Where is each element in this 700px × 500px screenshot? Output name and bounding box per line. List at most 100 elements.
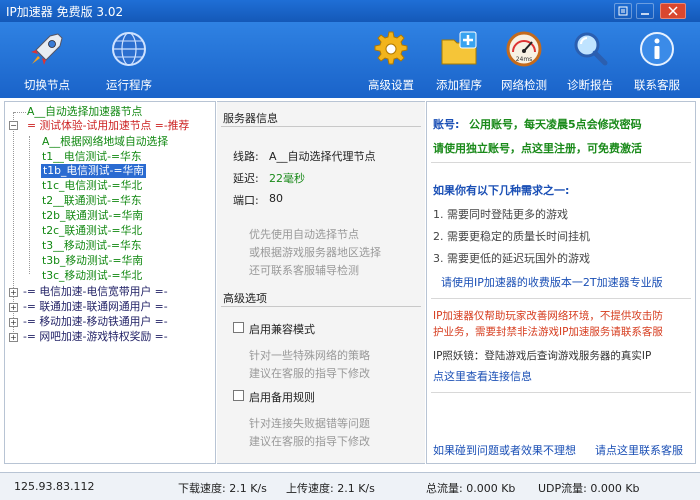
problem-text: 如果碰到问题或者效果不理想 [433, 444, 576, 457]
contact-service-label: 联系客服 [634, 78, 680, 92]
tree-item-node[interactable]: t3c_移动测试-=华北 [42, 269, 142, 283]
warning-text: IP加速器仅帮助玩家改善网络环境，不提供攻击防 [433, 310, 663, 322]
backup-rules-checkbox[interactable] [233, 390, 244, 401]
contact-service-button[interactable]: 联系客服 [622, 26, 692, 96]
diag-report-label: 诊断报告 [567, 78, 613, 92]
port-value: 80 [269, 192, 283, 205]
rocket-icon [31, 33, 63, 65]
expand-icon[interactable]: + [9, 318, 18, 327]
tree-item-node[interactable]: t1__电信测试-=华东 [42, 150, 142, 164]
hint-text: 还可联系客服辅导检测 [249, 264, 359, 277]
tree-item-auto[interactable]: A__自动选择加速器节点 [27, 105, 142, 119]
latency-value: 22毫秒 [269, 172, 305, 185]
line-value: A__自动选择代理节点 [269, 150, 376, 163]
add-folder-icon [441, 31, 477, 65]
tree-item-node[interactable]: t1c_电信测试-=华北 [42, 179, 142, 193]
diag-report-button[interactable]: 诊断报告 [555, 26, 625, 96]
needs-title: 如果你有以下几种需求之一: [433, 184, 570, 197]
ip-mirror-tip: IP照妖镜：登陆游戏后查询游戏服务器的真实IP [433, 350, 652, 362]
gauge-readout: 24ms [516, 56, 533, 63]
magnifier-icon [574, 32, 608, 66]
minimize-button[interactable] [636, 3, 654, 19]
info-icon [640, 32, 674, 66]
collapse-icon[interactable]: − [9, 121, 18, 130]
download-speed: 下载速度: 2.1 K/s [178, 482, 267, 495]
hint-text: 或根据游戏服务器地区选择 [249, 246, 381, 259]
backup-hint: 建议在客服的指导下修改 [249, 435, 370, 448]
divider [431, 162, 691, 163]
tree-item-trial-group[interactable]: = 测试体验-试用加速节点 =-推荐 [27, 119, 189, 133]
advanced-settings-label: 高级设置 [368, 78, 414, 92]
compat-mode-label[interactable]: 启用兼容模式 [249, 321, 315, 337]
tree-item-group-telecom[interactable]: -= 电信加速-电信宽带用户 =- [23, 285, 168, 299]
account-label: 账号: [433, 118, 460, 131]
tree-item-node[interactable]: t3b_移动测试-=华南 [42, 254, 143, 268]
tree-item-node[interactable]: A__根据网络地域自动选择 [42, 135, 168, 149]
contact-service-link[interactable]: 请点这里联系客服 [595, 442, 683, 458]
backup-rules-label[interactable]: 启用备用规则 [249, 389, 315, 405]
switch-node-button[interactable]: 切换节点 [12, 26, 82, 96]
tree-item-node[interactable]: t2c_联通测试-=华北 [42, 224, 142, 238]
tree-item-group-mobile[interactable]: -= 移动加速-移动铁通用户 =- [23, 315, 168, 329]
server-panel: 服务器信息 线路: A__自动选择代理节点 延迟: 22毫秒 端口: 80 优先… [217, 101, 425, 464]
account-value: 公用账号，每天凌晨5点会修改密码 [469, 118, 642, 131]
total-traffic: 总流量: 0.000 Kb [426, 482, 516, 495]
ip-address: 125.93.83.112 [14, 480, 95, 493]
net-detect-button[interactable]: 24ms 网络检测 [489, 26, 559, 96]
add-program-label: 添加程序 [436, 78, 482, 92]
close-icon [668, 6, 678, 16]
expand-icon[interactable]: + [9, 288, 18, 297]
node-tree[interactable]: − A__自动选择加速器节点 = 测试体验-试用加速节点 =-推荐 A__根据网… [4, 101, 216, 464]
tree-item-node[interactable]: t2__联通测试-=华东 [42, 194, 142, 208]
tree-item-group-netbar[interactable]: -= 网吧加速-游戏特权奖励 =- [23, 330, 168, 344]
tree-item-node[interactable]: t2b_联通测试-=华南 [42, 209, 143, 223]
expand-icon[interactable]: + [9, 333, 18, 342]
register-link[interactable]: 请使用独立账号，点这里注册，可免费激活 [433, 140, 642, 156]
udp-traffic: UDP流量: 0.000 Kb [538, 482, 640, 495]
advanced-settings-button[interactable]: 高级设置 [356, 26, 426, 96]
status-bar: 125.93.83.112 下载速度: 2.1 K/s 上传速度: 2.1 K/… [0, 472, 700, 500]
pro-version-link[interactable]: 请使用IP加速器的收费版本一2T加速器专业版 [441, 274, 663, 290]
tree-item-node[interactable]: t3__移动测试-=华东 [42, 239, 142, 253]
run-program-label: 运行程序 [106, 78, 152, 92]
compat-hint: 针对一些特殊网络的策略 [249, 349, 370, 362]
window-title: IP加速器 免费版 3.02 [6, 5, 124, 19]
divider [431, 392, 691, 393]
server-section-title: 服务器信息 [223, 112, 278, 125]
latency-label: 延迟: [233, 172, 259, 185]
upload-speed: 上传速度: 2.1 K/s [286, 482, 375, 495]
skin-button[interactable] [614, 3, 632, 19]
net-detect-label: 网络检测 [501, 78, 547, 92]
need-item: 1. 需要同时登陆更多的游戏 [433, 208, 568, 221]
title-bar: IP加速器 免费版 3.02 [0, 0, 700, 22]
need-item: 3. 需要更低的延迟玩国外的游戏 [433, 252, 590, 265]
tree-line [29, 136, 30, 274]
need-item: 2. 需要更稳定的质量长时间挂机 [433, 230, 590, 243]
skin-icon [618, 6, 628, 16]
divider [431, 298, 691, 299]
toolbar: 切换节点 运行程序 高级设置 添加程序 24ms 网络检测 诊断报告 联系客服 [0, 22, 700, 98]
backup-hint: 针对连接失败据错等问题 [249, 417, 370, 430]
tree-item-group-unicom[interactable]: -= 联通加速-联通网通用户 =- [23, 300, 168, 314]
minimize-icon [641, 13, 649, 15]
divider [221, 126, 421, 127]
connection-info-link[interactable]: 点这里查看连接信息 [433, 368, 532, 384]
speedometer-icon: 24ms [506, 31, 542, 67]
tree-line [14, 112, 26, 113]
line-label: 线路: [233, 150, 259, 163]
expand-icon[interactable]: + [9, 303, 18, 312]
hint-text: 优先使用自动选择节点 [249, 228, 359, 241]
globe-icon [112, 32, 146, 66]
compat-mode-checkbox[interactable] [233, 322, 244, 333]
add-program-button[interactable]: 添加程序 [424, 26, 494, 96]
divider [221, 306, 421, 307]
switch-node-label: 切换节点 [24, 78, 70, 92]
compat-hint: 建议在客服的指导下修改 [249, 367, 370, 380]
advanced-section-title: 高级选项 [223, 292, 267, 305]
tree-item-node-selected[interactable]: t1b_电信测试-=华南 [41, 164, 147, 178]
run-program-button[interactable]: 运行程序 [94, 26, 164, 96]
close-button[interactable] [660, 3, 686, 19]
info-panel: 账号: 公用账号，每天凌晨5点会修改密码 请使用独立账号，点这里注册，可免费激活… [426, 101, 696, 464]
warning-text: 护业务，需要封禁非法游戏IP加速服务请联系客服 [433, 326, 663, 338]
port-label: 端口: [233, 194, 259, 207]
